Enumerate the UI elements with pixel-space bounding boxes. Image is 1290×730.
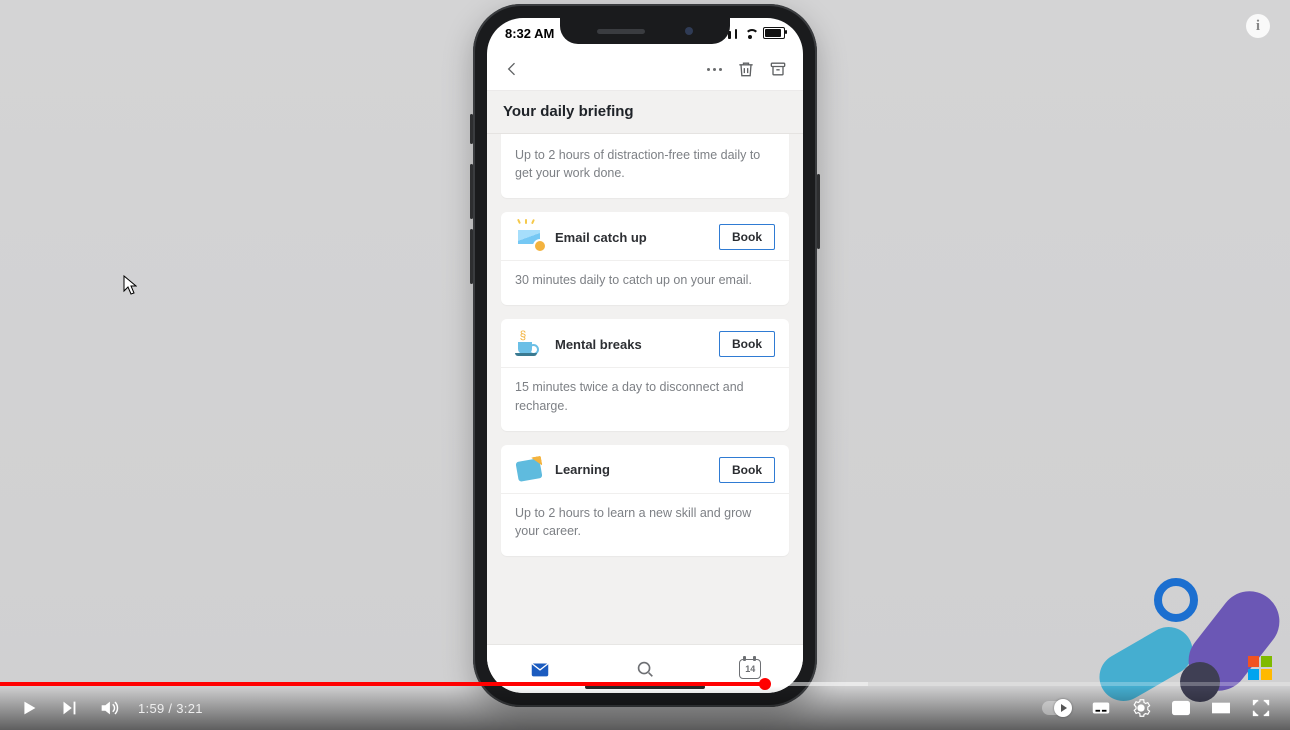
captions-button[interactable]: [1090, 697, 1112, 719]
mouse-cursor: [123, 275, 137, 295]
phone-side-button: [470, 229, 473, 284]
phone-frame: 8:32 AM: [473, 4, 817, 707]
card-desc: 30 minutes daily to catch up on your ema…: [501, 260, 789, 305]
book-button[interactable]: Book: [719, 331, 775, 357]
play-button[interactable]: [18, 697, 40, 719]
trash-icon[interactable]: [735, 58, 757, 80]
viva-logo: [1072, 576, 1272, 696]
phone-side-button: [470, 164, 473, 219]
phone-side-button: [817, 174, 820, 249]
more-icon[interactable]: [703, 58, 725, 80]
mail-icon: [515, 225, 543, 249]
archive-icon[interactable]: [767, 58, 789, 80]
book-icon: [515, 458, 543, 482]
player-controls: 1:59 / 3:21: [0, 686, 1290, 730]
book-button[interactable]: Book: [719, 224, 775, 250]
card-mental-breaks: § Mental breaks Book 15 minutes twice a …: [501, 319, 789, 430]
status-time: 8:32 AM: [505, 27, 554, 40]
next-button[interactable]: [58, 697, 80, 719]
card-title: Email catch up: [555, 231, 707, 244]
wifi-icon: [743, 29, 757, 39]
app-header: [487, 48, 803, 91]
time-display: 1:59 / 3:21: [138, 702, 203, 715]
theater-button[interactable]: [1210, 697, 1232, 719]
cup-icon: §: [515, 332, 543, 356]
scroll-body[interactable]: Up to 2 hours of distraction-free time d…: [487, 134, 803, 644]
nav-calendar-icon[interactable]: 14: [737, 656, 763, 682]
phone-screen: 8:32 AM: [487, 18, 803, 693]
miniplayer-button[interactable]: [1170, 697, 1192, 719]
volume-button[interactable]: [98, 697, 120, 719]
card-desc: Up to 2 hours to learn a new skill and g…: [501, 493, 789, 556]
nav-mail-icon[interactable]: [527, 656, 553, 682]
info-badge[interactable]: i: [1246, 14, 1270, 38]
time-duration: 3:21: [176, 701, 203, 716]
back-icon[interactable]: [501, 58, 523, 80]
card-title: Learning: [555, 463, 707, 476]
battery-icon: [763, 27, 785, 39]
card-email-catchup: Email catch up Book 30 minutes daily to …: [501, 212, 789, 305]
card-focus-time: Up to 2 hours of distraction-free time d…: [501, 134, 789, 198]
time-current: 1:59: [138, 701, 165, 716]
calendar-day: 14: [739, 659, 761, 679]
autoplay-toggle[interactable]: [1042, 701, 1072, 715]
settings-button[interactable]: [1130, 697, 1152, 719]
nav-search-icon[interactable]: [632, 656, 658, 682]
page-title: Your daily briefing: [487, 91, 803, 134]
phone-notch: [560, 18, 730, 44]
card-desc: Up to 2 hours of distraction-free time d…: [501, 134, 789, 198]
fullscreen-button[interactable]: [1250, 697, 1272, 719]
phone-side-button: [470, 114, 473, 144]
book-button[interactable]: Book: [719, 457, 775, 483]
card-learning: Learning Book Up to 2 hours to learn a n…: [501, 445, 789, 556]
card-title: Mental breaks: [555, 338, 707, 351]
card-desc: 15 minutes twice a day to disconnect and…: [501, 367, 789, 430]
video-stage: i 8:32 AM: [0, 0, 1290, 730]
microsoft-logo: [1248, 656, 1272, 680]
